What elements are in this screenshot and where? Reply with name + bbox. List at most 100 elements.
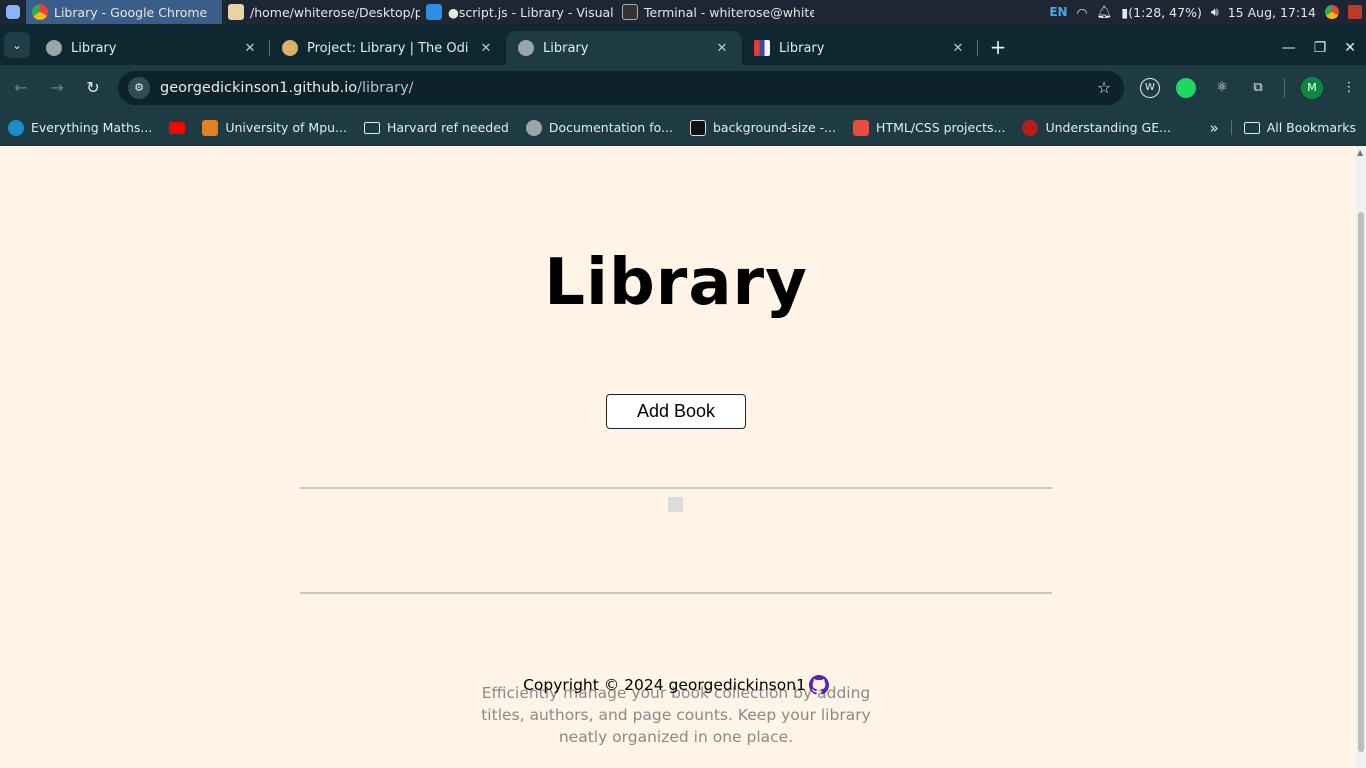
- plus-icon: +: [989, 35, 1007, 59]
- browser-tab-strip: ⌄ Library ✕ Project: Library | The Odin …: [0, 24, 1366, 65]
- site-info-icon[interactable]: ⚙︎: [128, 76, 150, 99]
- react-devtools-icon[interactable]: ⚛︎: [1212, 78, 1232, 98]
- notification-bell-icon[interactable]: 🔔︎: [1097, 4, 1113, 20]
- tab-library-4[interactable]: Library ✕: [742, 31, 978, 65]
- arrow-right-icon: →: [50, 78, 64, 97]
- back-button[interactable]: ←: [6, 73, 36, 103]
- bookmark-everything-maths[interactable]: Everything Maths...: [8, 119, 153, 136]
- tab-title: Library: [779, 40, 825, 56]
- empty-book-placeholder: [668, 497, 683, 512]
- kebab-menu-icon[interactable]: ⋮: [1339, 78, 1359, 98]
- tab-search-button[interactable]: ⌄: [4, 32, 30, 58]
- globe-icon: [518, 40, 534, 56]
- wifi-icon[interactable]: ◠: [1077, 5, 1088, 20]
- profile-avatar[interactable]: M: [1301, 76, 1323, 99]
- chevron-down-icon: ⌄: [12, 38, 22, 52]
- all-bookmarks-label: All Bookmarks: [1266, 120, 1356, 135]
- close-icon[interactable]: ✕: [242, 41, 258, 56]
- bookmark-label: HTML/CSS projects...: [876, 120, 1006, 135]
- url-host: georgedickinson1.github.io: [160, 79, 358, 96]
- minimize-icon[interactable]: —: [1282, 40, 1296, 56]
- os-taskbar: Library - Google Chrome /home/whiterose/…: [0, 0, 1366, 24]
- odin-icon: [282, 40, 298, 56]
- url-text[interactable]: georgedickinson1.github.io/library/: [160, 80, 1094, 96]
- tab-title: Library: [543, 40, 589, 56]
- page-scrollbar[interactable]: ▲: [1356, 146, 1366, 768]
- show-desktop-icon[interactable]: [1348, 5, 1362, 19]
- scroll-up-icon[interactable]: ▲: [1357, 148, 1363, 157]
- tab-library-1[interactable]: Library ✕: [34, 31, 270, 65]
- books-icon: [754, 40, 770, 56]
- page-title: Library: [544, 246, 808, 320]
- youtube-icon: [169, 121, 186, 134]
- battery-indicator[interactable]: ▮(1:28, 47%): [1121, 5, 1201, 20]
- taskbar-task-label: ●script.js - Library - Visual S...: [448, 4, 616, 20]
- folder-icon: [363, 121, 380, 134]
- close-icon[interactable]: ✕: [950, 41, 966, 56]
- restore-icon[interactable]: ❐: [1314, 40, 1327, 56]
- chrome-tray-icon[interactable]: [1325, 5, 1339, 19]
- scrollbar-thumb[interactable]: [1358, 212, 1364, 752]
- address-bar[interactable]: ⚙︎ georgedickinson1.github.io/library/ ☆: [118, 70, 1124, 105]
- close-window-icon[interactable]: ✕: [1344, 40, 1356, 56]
- close-icon[interactable]: ✕: [478, 41, 494, 56]
- terminal-icon: [622, 4, 638, 20]
- university-icon: [202, 119, 219, 136]
- taskbar-task-terminal[interactable]: Terminal - whiterose@white...: [616, 0, 814, 24]
- battery-text: (1:28, 47%): [1128, 4, 1202, 20]
- page-viewport: Library Add Book Efficiently manage your…: [0, 146, 1356, 768]
- bookmark-background-size[interactable]: background-size -...: [689, 119, 836, 136]
- toolbar-divider: [1284, 77, 1285, 98]
- bookmark-documentation[interactable]: Documentation fo...: [525, 119, 673, 136]
- globe-icon: [525, 119, 542, 136]
- green-status-extension-icon[interactable]: [1176, 77, 1196, 98]
- extensions-puzzle-icon[interactable]: ⧉: [1248, 78, 1268, 98]
- new-tab-button[interactable]: +: [984, 33, 1012, 61]
- globe-icon: [46, 40, 62, 56]
- bookmark-label: Documentation fo...: [548, 120, 673, 135]
- taskbar-task-vscode[interactable]: ●script.js - Library - Visual S...: [420, 0, 616, 24]
- chrome-icon: [32, 4, 48, 20]
- understanding-icon: [1022, 119, 1039, 136]
- bookmark-star-icon[interactable]: ☆: [1094, 78, 1114, 97]
- copyright-text: Copyright © 2024 georgedickinson1: [523, 676, 806, 694]
- forward-button[interactable]: →: [42, 73, 72, 103]
- bookmark-understanding[interactable]: Understanding GE...: [1022, 119, 1172, 136]
- taskbar-task-chrome[interactable]: Library - Google Chrome: [26, 0, 222, 24]
- bookmark-youtube[interactable]: [169, 121, 186, 134]
- tab-separator: [977, 40, 978, 56]
- tab-library-active[interactable]: Library ✕: [506, 31, 742, 65]
- tab-odin-project[interactable]: Project: Library | The Odin Pro ✕: [270, 31, 506, 65]
- everything-maths-icon: [8, 119, 24, 136]
- projects-icon: [853, 119, 870, 136]
- bookmark-label: Harvard ref needed: [386, 120, 509, 135]
- volume-icon[interactable]: 🔊︎: [1211, 4, 1219, 20]
- more-bookmarks-icon[interactable]: »: [1210, 119, 1219, 137]
- add-book-button[interactable]: Add Book: [606, 394, 746, 429]
- keyboard-layout-indicator[interactable]: EN: [1049, 5, 1067, 19]
- bookmark-label: Understanding GE...: [1045, 120, 1172, 135]
- footer-copyright: Copyright © 2024 georgedickinson1: [0, 675, 1352, 695]
- bookmark-html-css-projects[interactable]: HTML/CSS projects...: [853, 119, 1006, 136]
- close-icon[interactable]: ✕: [714, 41, 730, 56]
- divider-bottom: [300, 592, 1052, 594]
- app-launcher-button[interactable]: [0, 0, 26, 24]
- taskbar-task-files[interactable]: /home/whiterose/Desktop/p...: [222, 0, 420, 24]
- bookmark-university[interactable]: University of Mpu...: [202, 119, 347, 136]
- bookmark-folder-harvard[interactable]: Harvard ref needed: [363, 120, 509, 135]
- url-path: /library/: [357, 79, 414, 96]
- bookmark-label: Everything Maths...: [31, 120, 153, 135]
- tab-title: Project: Library | The Odin Pro: [307, 40, 469, 56]
- all-bookmarks-button[interactable]: All Bookmarks: [1230, 120, 1356, 135]
- browser-toolbar: ← → ↻ ⚙︎ georgedickinson1.github.io/libr…: [0, 65, 1366, 110]
- clock[interactable]: 15 Aug, 17:14: [1228, 5, 1316, 20]
- reload-button[interactable]: ↻: [78, 73, 108, 103]
- folder-icon: [228, 4, 244, 20]
- taskbar-task-label: Terminal - whiterose@white...: [644, 4, 814, 20]
- github-icon[interactable]: [808, 675, 829, 695]
- wappalyzer-extension-icon[interactable]: W: [1140, 77, 1160, 98]
- tab-title: Library: [71, 40, 117, 56]
- bookmarks-bar: Everything Maths... University of Mpu...…: [0, 110, 1366, 146]
- book-grid: [300, 490, 1052, 592]
- divider-top: [300, 487, 1052, 489]
